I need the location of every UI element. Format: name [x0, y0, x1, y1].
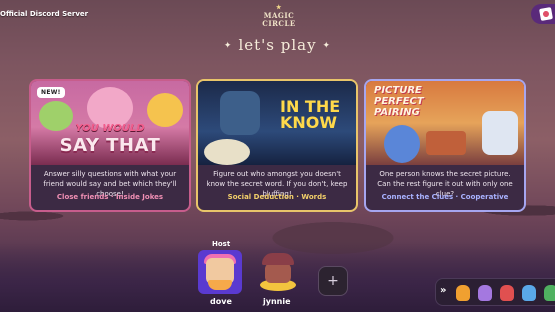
avatar-face — [265, 263, 291, 283]
sparkle-icon: ✦ — [223, 41, 233, 51]
game-title-line2: KNOW — [280, 113, 338, 132]
game-title-line2: SAY THAT — [59, 135, 161, 156]
new-badge: NEW! — [37, 87, 65, 98]
game-title: PICTURE PERFECT PAIRING — [374, 85, 424, 118]
character-icon — [384, 125, 420, 163]
game-tags: Social Deduction · Words — [227, 193, 327, 201]
table-icon — [426, 131, 466, 155]
player-name: dove — [210, 297, 232, 306]
official-server-link[interactable]: Official Discord Server — [0, 10, 88, 18]
add-player-button[interactable]: + — [318, 266, 348, 296]
sparkle-icon: ✦ — [322, 41, 332, 51]
heading-text: let's play — [238, 36, 317, 54]
game-tags: Connect the Clues · Cooperative — [381, 193, 509, 201]
avatar-cup — [208, 280, 232, 290]
player-name: jynnie — [263, 297, 291, 306]
game-art: NEW! YOU WOULD SAY THAT — [31, 81, 189, 165]
game-tags: Close friends · Inside Jokes — [56, 193, 164, 201]
game-title-line3: PAIRING — [374, 107, 420, 118]
creature-icon[interactable] — [456, 285, 470, 301]
creature-icon[interactable] — [478, 285, 492, 301]
game-card-picture-perfect-pairing[interactable]: PICTURE PERFECT PAIRING One person knows… — [364, 79, 526, 212]
jynnie-avatar-icon[interactable] — [258, 253, 298, 293]
game-title: IN THE KNOW — [280, 99, 340, 131]
logo-line2: CIRCLE — [262, 19, 296, 28]
ticket-icon — [539, 7, 553, 21]
magic-circle-logo: ★ MAGIC CIRCLE — [262, 4, 296, 32]
emote-tray[interactable]: » — [435, 278, 555, 306]
host-label: Host — [212, 240, 231, 248]
creature-icon[interactable] — [544, 285, 555, 301]
game-art: IN THE KNOW — [198, 81, 356, 165]
dove-avatar-icon[interactable] — [198, 250, 242, 294]
game-art: PICTURE PERFECT PAIRING — [366, 81, 524, 165]
game-card-in-the-know[interactable]: IN THE KNOW Figure out who amongst you d… — [196, 79, 358, 212]
creature-icon[interactable] — [500, 285, 514, 301]
page-heading: ✦ let's play ✦ — [0, 36, 555, 54]
game-card-you-would-say-that[interactable]: NEW! YOU WOULD SAY THAT Answer silly que… — [29, 79, 191, 212]
game-title-line1: YOU WOULD — [75, 123, 145, 134]
game-title-line1: PICTURE — [374, 85, 422, 96]
creature-icon[interactable] — [522, 285, 536, 301]
avatar-hat — [262, 253, 294, 265]
corner-app-icon[interactable] — [531, 4, 555, 24]
expand-chevron-icon[interactable]: » — [440, 285, 446, 296]
character-icon — [147, 93, 183, 127]
game-title-line2: PERFECT — [374, 96, 424, 107]
character-icon — [220, 91, 260, 135]
character-icon — [204, 139, 250, 165]
character-icon — [482, 111, 518, 155]
